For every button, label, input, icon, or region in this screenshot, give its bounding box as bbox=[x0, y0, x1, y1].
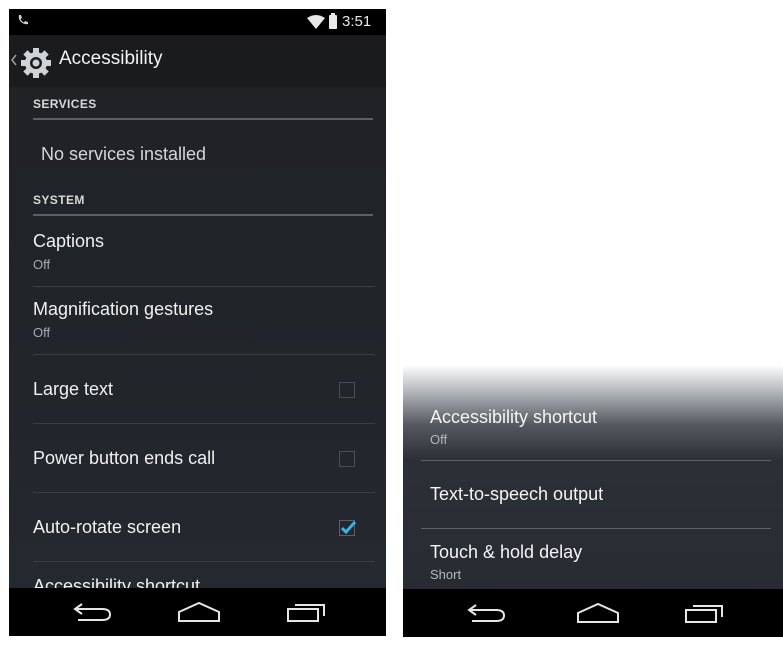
setting-text-to-speech-output[interactable]: Text-to-speech output bbox=[421, 460, 771, 529]
setting-power-button-ends-call[interactable]: Power button ends call bbox=[33, 423, 375, 493]
gear-icon[interactable] bbox=[20, 47, 52, 79]
setting-large-text[interactable]: Large text bbox=[33, 354, 375, 424]
auto-rotate-label: Auto-rotate screen bbox=[33, 517, 182, 537]
auto-rotate-checkbox[interactable] bbox=[339, 520, 357, 536]
back-nav-icon[interactable] bbox=[466, 602, 508, 624]
magnification-label: Magnification gestures bbox=[33, 299, 214, 319]
tts-output-label: Text-to-speech output bbox=[430, 484, 604, 504]
section-header-system: SYSTEM bbox=[33, 193, 373, 216]
battery-icon bbox=[329, 13, 337, 29]
wifi-icon bbox=[307, 15, 325, 29]
home-nav-icon[interactable] bbox=[177, 601, 221, 623]
phone-icon bbox=[18, 15, 28, 25]
power-button-label: Power button ends call bbox=[33, 448, 216, 468]
left-screen: 3:51 Accessibility SERVICES No services … bbox=[9, 9, 386, 636]
action-bar: Accessibility bbox=[9, 35, 386, 87]
setting-captions[interactable]: Captions Off bbox=[33, 217, 375, 287]
recents-nav-icon[interactable] bbox=[684, 602, 726, 624]
touch-hold-label: Touch & hold delay bbox=[430, 542, 583, 562]
navigation-bar bbox=[9, 588, 386, 636]
touch-hold-summary: Short bbox=[430, 567, 462, 582]
status-time: 3:51 bbox=[342, 13, 372, 30]
setting-magnification-gestures[interactable]: Magnification gestures Off bbox=[33, 286, 375, 355]
magnification-summary: Off bbox=[33, 325, 51, 340]
no-services-text: No services installed bbox=[41, 144, 207, 164]
recents-nav-icon[interactable] bbox=[286, 601, 328, 623]
captions-label: Captions bbox=[33, 231, 105, 251]
navigation-bar-scrolled bbox=[403, 589, 783, 637]
large-text-label: Large text bbox=[33, 379, 114, 399]
setting-accessibility-shortcut-scrolled[interactable]: Accessibility shortcut Off bbox=[421, 393, 771, 461]
back-nav-icon[interactable] bbox=[72, 601, 114, 623]
section-header-services: SERVICES bbox=[33, 97, 373, 120]
captions-summary: Off bbox=[33, 257, 51, 272]
accessibility-shortcut-label-scrolled: Accessibility shortcut bbox=[430, 407, 598, 427]
power-button-checkbox[interactable] bbox=[339, 451, 355, 467]
right-screen: Accessibility shortcut Off Text-to-speec… bbox=[403, 365, 783, 637]
setting-auto-rotate-screen[interactable]: Auto-rotate screen bbox=[33, 492, 375, 562]
large-text-checkbox[interactable] bbox=[339, 382, 355, 398]
accessibility-shortcut-summary: Off bbox=[430, 432, 448, 447]
check-icon bbox=[340, 520, 357, 535]
back-caret-icon[interactable] bbox=[10, 53, 18, 67]
page-title: Accessibility bbox=[59, 48, 163, 69]
home-nav-icon[interactable] bbox=[576, 602, 620, 624]
status-bar: 3:51 bbox=[9, 9, 386, 35]
setting-touch-hold-delay[interactable]: Touch & hold delay Short bbox=[421, 528, 771, 589]
